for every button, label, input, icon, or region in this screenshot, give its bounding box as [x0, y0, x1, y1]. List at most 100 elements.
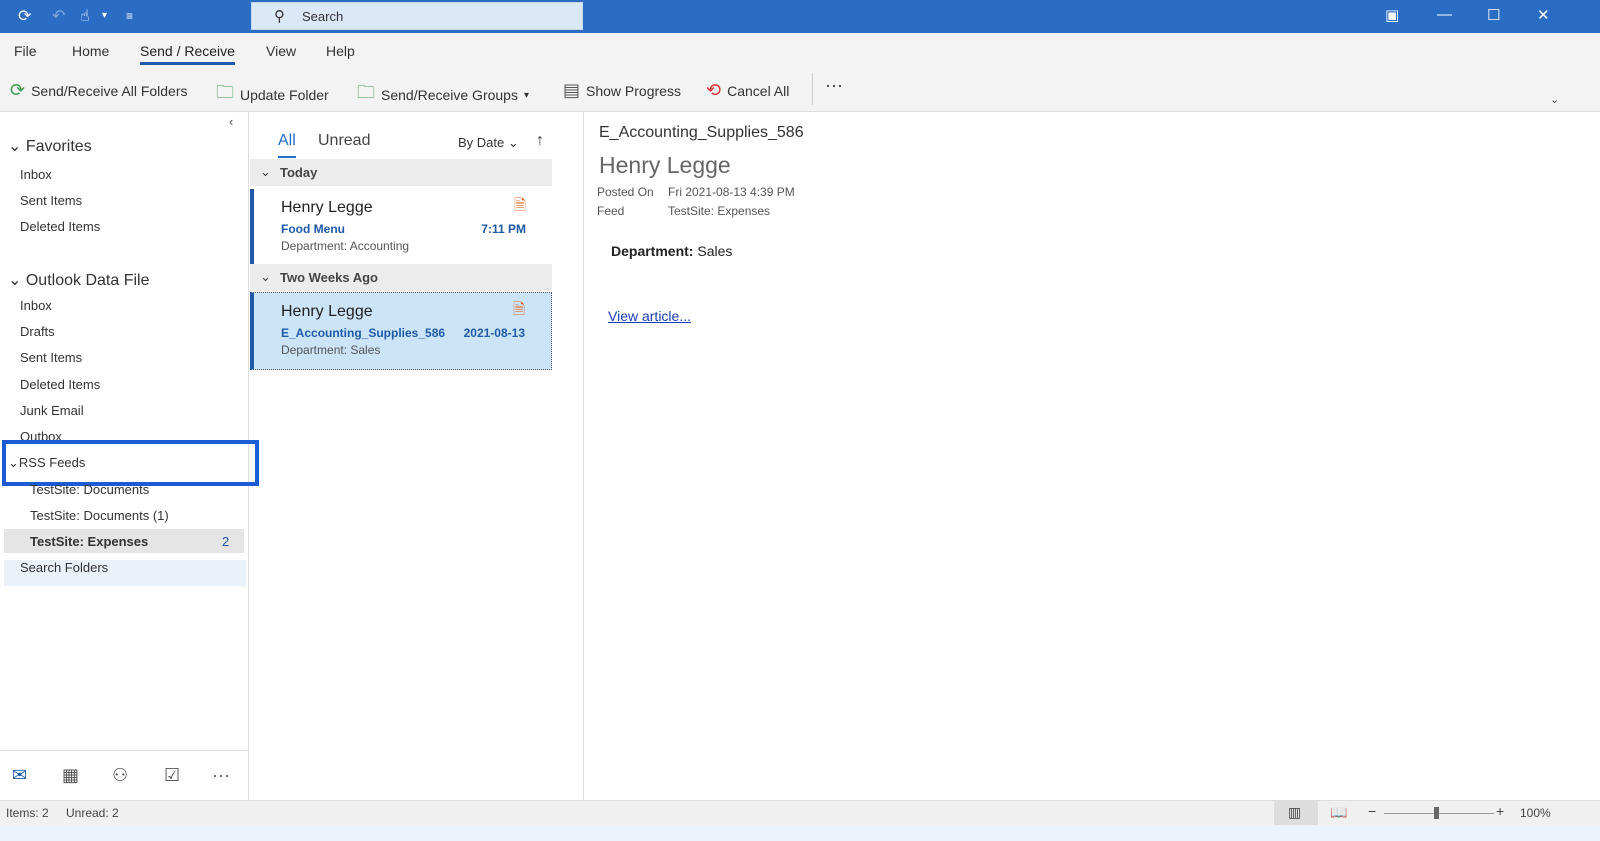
feed-documents[interactable]: TestSite: Documents [30, 482, 149, 497]
rss-item-icon: 🗎 [512, 301, 525, 318]
label: Favorites [25, 138, 92, 155]
sender: Henry Legge [281, 303, 373, 320]
view-article-link[interactable]: View article... [608, 308, 691, 324]
minimize-button[interactable]: — [1437, 6, 1452, 23]
collapse-pane-icon[interactable]: ‹ [229, 114, 233, 129]
calendar-icon[interactable]: ▦ [62, 765, 79, 786]
posted-label: Posted On [597, 185, 654, 199]
chevron-down-icon[interactable]: ▾ [102, 10, 107, 21]
touch-mode-icon[interactable]: ☝ [80, 6, 90, 26]
update-folder-button[interactable]: 🗀 Update Folder [216, 80, 329, 110]
title-bar: ⟳ ↶ ☝ ▾ ≡ ⚲ Search ▣ — ☐ ✕ [0, 0, 1600, 33]
more-button[interactable]: ··· [825, 75, 843, 96]
collapse-ribbon-icon[interactable]: ⌄ [1550, 93, 1559, 106]
body-label: Department: [611, 243, 694, 259]
ribbon-display-icon[interactable]: ▣ [1385, 6, 1399, 24]
cancel-all-button[interactable]: ⟲ Cancel All [706, 80, 789, 101]
show-progress-button[interactable]: ▤ Show Progress [563, 80, 681, 101]
label: Today [280, 165, 318, 180]
folder-inbox[interactable]: Inbox [20, 298, 52, 313]
folder-deleted-items[interactable]: Deleted Items [20, 219, 100, 234]
normal-view-icon: ▥ [1288, 804, 1302, 820]
message-item-selected[interactable]: Henry Legge E_Accounting_Supplies_586 De… [250, 292, 552, 370]
tab-view[interactable]: View [266, 43, 296, 59]
module-switcher: ✉ ▦ ⚇ ☑ ··· [0, 750, 249, 800]
mail-icon[interactable]: ✉ [12, 765, 27, 786]
people-icon[interactable]: ⚇ [112, 765, 128, 786]
label: Two Weeks Ago [280, 270, 378, 285]
sender: Henry Legge [281, 199, 373, 216]
taskbar-strip [0, 825, 1600, 841]
ribbon: ⟳ Send/Receive All Folders 🗀 Update Folder… [0, 67, 1600, 112]
label: Show Progress [586, 82, 681, 99]
feed-value: TestSite: Expenses [668, 204, 771, 218]
menu-bar: File Home Send / Receive View Help [0, 33, 1600, 67]
reader-sender: Henry Legge [599, 152, 731, 178]
folder-pane: ‹ ⌄ Favorites Inbox Sent Items Deleted I… [0, 112, 259, 800]
body-value: Sales [697, 243, 733, 259]
label: Send/Receive All Folders [31, 82, 188, 99]
tab-file[interactable]: File [14, 43, 37, 59]
data-file-header[interactable]: ⌄ Outlook Data File [8, 270, 149, 290]
folder-sent-items[interactable]: Sent Items [20, 350, 82, 365]
folder-sent-items[interactable]: Sent Items [20, 193, 82, 208]
folder-junk-email[interactable]: Junk Email [20, 403, 84, 418]
message-item[interactable]: Henry Legge Food Menu Department: Accoun… [250, 189, 552, 267]
divider [812, 73, 813, 105]
status-bar: Items: 2 Unread: 2 ▥ 📖 − + 100% [0, 800, 1600, 825]
customize-icon[interactable]: ≡ [126, 9, 133, 23]
tab-send-receive[interactable]: Send / Receive [140, 43, 235, 65]
tasks-icon[interactable]: ☑ [164, 765, 180, 786]
search-icon: ⚲ [274, 8, 285, 25]
folder-sync-icon: 🗀 [357, 82, 375, 102]
favorites-header[interactable]: ⌄ Favorites [8, 136, 92, 156]
search-placeholder: Search [302, 9, 344, 24]
reading-view-icon[interactable]: 📖 [1330, 804, 1347, 821]
tab-help[interactable]: Help [326, 43, 355, 59]
send-receive-all-button[interactable]: ⟳ Send/Receive All Folders [10, 80, 188, 101]
search-input[interactable]: ⚲ Search [251, 2, 583, 30]
undo-icon[interactable]: ↶ [52, 6, 65, 26]
zoom-out-button[interactable]: − [1368, 803, 1376, 819]
progress-icon: ▤ [563, 80, 581, 100]
folder-drafts[interactable]: Drafts [20, 324, 55, 339]
feed-documents-1[interactable]: TestSite: Documents (1) [30, 508, 169, 523]
folder-search-folders[interactable]: Search Folders [20, 560, 108, 575]
reading-pane: E_Accounting_Supplies_586 Henry Legge Po… [585, 112, 1600, 800]
zoom-slider-thumb[interactable] [1434, 807, 1439, 819]
sort-dropdown[interactable]: By Date ⌄ [458, 135, 519, 151]
tab-all[interactable]: All [278, 132, 296, 158]
label: Send/Receive Groups [381, 87, 518, 103]
group-header-two-weeks-ago[interactable]: ⌄ Two Weeks Ago [250, 264, 552, 291]
label: Outlook Data File [25, 272, 150, 289]
preview: Department: Accounting [281, 239, 410, 253]
sort-direction-icon[interactable]: ↑ [536, 132, 544, 150]
subject: Food Menu [281, 222, 345, 236]
zoom-slider[interactable] [1384, 813, 1494, 814]
rss-item-icon: 🗎 [513, 197, 526, 214]
feed-label: Feed [597, 204, 625, 218]
chevron-down-icon: ⌄ [260, 269, 271, 284]
close-button[interactable]: ✕ [1537, 6, 1550, 24]
folder-sync-icon: 🗀 [216, 82, 234, 102]
sync-icon[interactable]: ⟳ [18, 6, 31, 26]
article-body: Department: Sales [611, 243, 732, 259]
folder-deleted-items[interactable]: Deleted Items [20, 377, 100, 392]
group-header-today[interactable]: ⌄ Today [250, 159, 552, 186]
send-receive-groups-button[interactable]: 🗀 Send/Receive Groups ▾ [357, 80, 529, 110]
focus-highlight [2, 440, 259, 486]
maximize-button[interactable]: ☐ [1487, 6, 1500, 24]
folder-inbox[interactable]: Inbox [20, 167, 52, 182]
preview: Department: Sales [281, 343, 381, 357]
zoom-in-button[interactable]: + [1496, 803, 1504, 819]
tab-unread[interactable]: Unread [318, 132, 370, 150]
tab-home[interactable]: Home [72, 43, 109, 59]
unread-count: Unread: 2 [66, 806, 119, 820]
date: 7:11 PM [481, 222, 526, 236]
feed-expenses[interactable]: TestSite: Expenses [30, 534, 148, 549]
items-count: Items: 2 [6, 806, 49, 820]
message-list: All Unread By Date ⌄ ↑ ⌄ Today Henry Legg… [250, 112, 584, 800]
label: By Date [458, 135, 505, 150]
date: 2021-08-13 [463, 326, 525, 340]
more-icon[interactable]: ··· [212, 765, 230, 786]
